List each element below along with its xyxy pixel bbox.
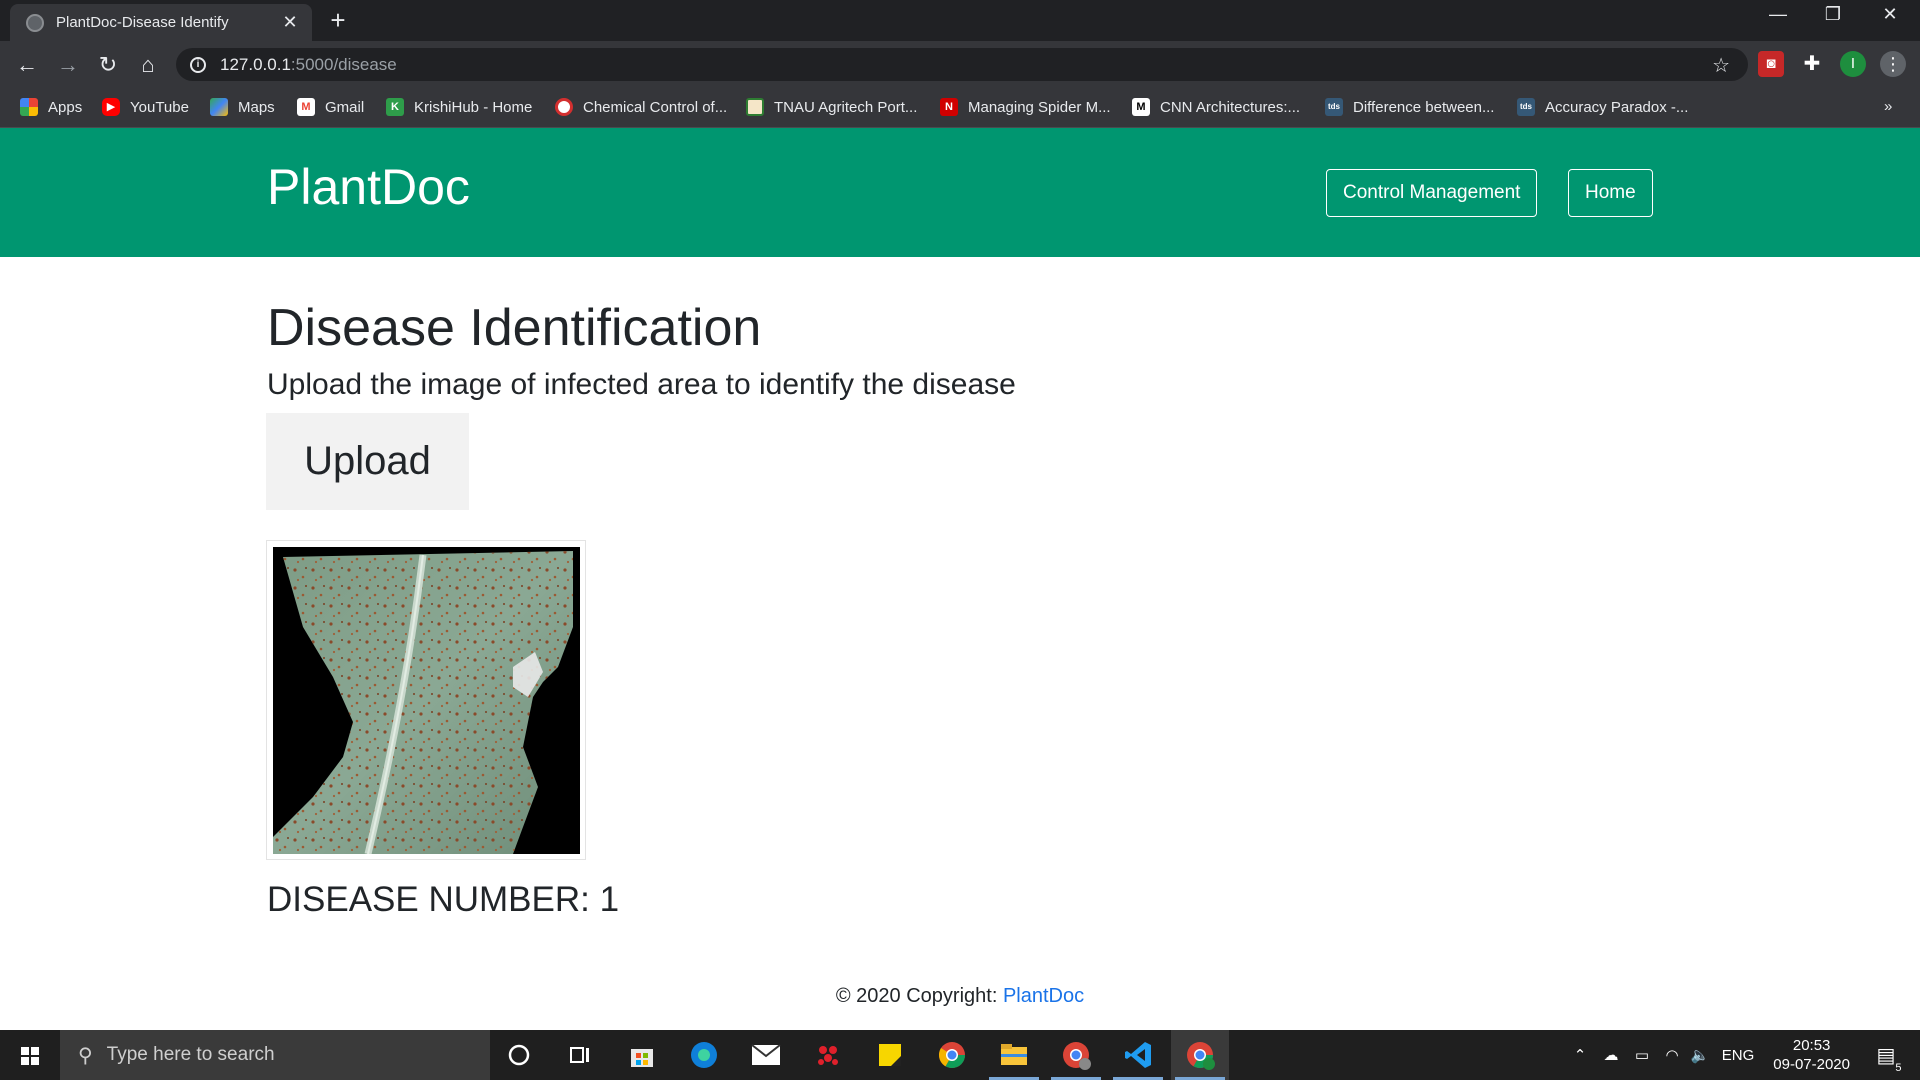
- bookmark-tnau[interactable]: TNAU Agritech Port...: [746, 98, 917, 116]
- bookmark-krishihub[interactable]: K KrishiHub - Home: [386, 98, 532, 116]
- krishihub-icon: K: [386, 98, 404, 116]
- minimize-button[interactable]: —: [1758, 4, 1798, 25]
- medium-icon: M: [1132, 98, 1150, 116]
- taskbar-search[interactable]: ⚲ Type here to search: [60, 1030, 490, 1080]
- uploaded-leaf-image: [273, 547, 580, 854]
- page-subtitle: Upload the image of infected area to ide…: [267, 368, 1016, 401]
- site-navbar: PlantDoc Control Management Home: [0, 128, 1920, 257]
- menu-kebab-icon[interactable]: ⋮: [1880, 51, 1906, 77]
- bookmarks-bar: Apps ▶ YouTube Maps M Gmail K KrishiHub …: [0, 88, 1920, 128]
- youtube-icon: ▶: [102, 98, 120, 116]
- bookmark-cnn-architectures[interactable]: M CNN Architectures:...: [1132, 98, 1300, 116]
- clock-time: 20:53: [1792, 1037, 1831, 1054]
- system-clock[interactable]: 20:53 09-07-2020: [1773, 1036, 1850, 1074]
- windows-logo-icon: [21, 1047, 39, 1065]
- windows-taskbar: ⚲ Type here to search ⌃ ☁ ▭ ◠ 🔈 ENG 20:5…: [0, 1030, 1920, 1080]
- tds-icon: tds: [1517, 98, 1535, 116]
- battery-icon[interactable]: ▭: [1630, 1030, 1654, 1080]
- cortana-icon[interactable]: [490, 1030, 548, 1080]
- tab-strip: PlantDoc-Disease Identify ✕ + — ❐ ✕: [0, 0, 1920, 41]
- bookmark-youtube[interactable]: ▶ YouTube: [102, 98, 189, 116]
- uploaded-image-frame: [266, 540, 586, 860]
- bookmark-difference-between[interactable]: tds Difference between...: [1325, 98, 1494, 116]
- close-window-button[interactable]: ✕: [1870, 4, 1910, 25]
- tnau-icon: [746, 98, 764, 116]
- bookmarks-overflow-button[interactable]: »: [1884, 98, 1892, 115]
- extensions-puzzle-icon[interactable]: ✚: [1799, 51, 1825, 77]
- reload-button[interactable]: ↻: [93, 50, 123, 80]
- bookmark-accuracy-paradox[interactable]: tds Accuracy Paradox -...: [1517, 98, 1688, 116]
- start-button[interactable]: [0, 1030, 60, 1080]
- store-icon[interactable]: [613, 1030, 671, 1080]
- taskbar-search-placeholder: Type here to search: [106, 1044, 275, 1065]
- control-management-button[interactable]: Control Management: [1326, 169, 1538, 217]
- bookmark-chemical-control[interactable]: Chemical Control of...: [555, 98, 727, 116]
- sticky-notes-icon[interactable]: [861, 1030, 919, 1080]
- vscode-icon[interactable]: [1109, 1030, 1167, 1080]
- new-tab-button[interactable]: +: [324, 6, 352, 34]
- clock-date: 09-07-2020: [1773, 1056, 1850, 1073]
- chrome-icon[interactable]: [923, 1030, 981, 1080]
- bookmark-gmail[interactable]: M Gmail: [297, 98, 364, 116]
- back-button[interactable]: ←: [12, 50, 42, 80]
- disease-result: DISEASE NUMBER: 1: [267, 880, 620, 919]
- forward-button[interactable]: →: [53, 50, 83, 80]
- footer: © 2020 Copyright: PlantDoc: [0, 985, 1920, 1008]
- bookmark-star-icon[interactable]: ☆: [1712, 53, 1730, 78]
- maps-icon: [210, 98, 228, 116]
- brand-logo[interactable]: PlantDoc: [267, 158, 470, 216]
- gmail-icon: M: [297, 98, 315, 116]
- app-red-dots-icon[interactable]: [799, 1030, 857, 1080]
- chemical-icon: [555, 98, 573, 116]
- pocket-extension-icon[interactable]: ◙: [1758, 51, 1784, 77]
- close-tab-icon[interactable]: ✕: [280, 12, 300, 33]
- language-indicator[interactable]: ENG: [1718, 1030, 1758, 1080]
- info-icon[interactable]: i: [190, 56, 206, 73]
- edge-icon[interactable]: [675, 1030, 733, 1080]
- copyright-text: © 2020 Copyright:: [835, 985, 1003, 1007]
- page-title: Disease Identification: [267, 299, 762, 357]
- home-button[interactable]: Home: [1568, 169, 1653, 217]
- bookmark-maps[interactable]: Maps: [210, 98, 275, 116]
- url-text: 127.0.0.1:5000/disease: [220, 54, 397, 74]
- notification-center-icon[interactable]: ▤ 5: [1866, 1030, 1906, 1080]
- restore-button[interactable]: ❐: [1813, 4, 1853, 25]
- mail-icon[interactable]: [737, 1030, 795, 1080]
- footer-link[interactable]: PlantDoc: [1003, 985, 1084, 1007]
- onedrive-icon[interactable]: ☁: [1598, 1030, 1624, 1080]
- profile-avatar[interactable]: I: [1840, 51, 1866, 77]
- chrome-active-icon[interactable]: [1171, 1030, 1229, 1080]
- nebraska-icon: N: [940, 98, 958, 116]
- home-icon[interactable]: ⌂: [133, 50, 163, 80]
- chevron-up-icon[interactable]: ⌃: [1568, 1030, 1592, 1080]
- volume-icon[interactable]: 🔈: [1688, 1030, 1712, 1080]
- tab-title: PlantDoc-Disease Identify: [56, 14, 229, 31]
- file-explorer-icon[interactable]: [985, 1030, 1043, 1080]
- wifi-icon[interactable]: ◠: [1660, 1030, 1684, 1080]
- upload-button[interactable]: Upload: [266, 413, 469, 510]
- notification-count: 5: [1895, 1061, 1902, 1074]
- browser-tab[interactable]: PlantDoc-Disease Identify ✕: [10, 4, 312, 41]
- bookmark-managing-spider[interactable]: N Managing Spider M...: [940, 98, 1111, 116]
- tds-icon: tds: [1325, 98, 1343, 116]
- globe-icon: [26, 13, 44, 32]
- task-view-icon[interactable]: [551, 1030, 609, 1080]
- address-bar[interactable]: i 127.0.0.1:5000/disease ☆: [176, 48, 1748, 81]
- search-icon: ⚲: [78, 1044, 93, 1067]
- bookmark-apps[interactable]: Apps: [20, 98, 82, 116]
- apps-grid-icon: [20, 98, 38, 116]
- browser-toolbar: ← → ↻ ⌂ i 127.0.0.1:5000/disease ☆ ◙ ✚ I…: [0, 41, 1920, 88]
- chrome-profile-icon[interactable]: [1047, 1030, 1105, 1080]
